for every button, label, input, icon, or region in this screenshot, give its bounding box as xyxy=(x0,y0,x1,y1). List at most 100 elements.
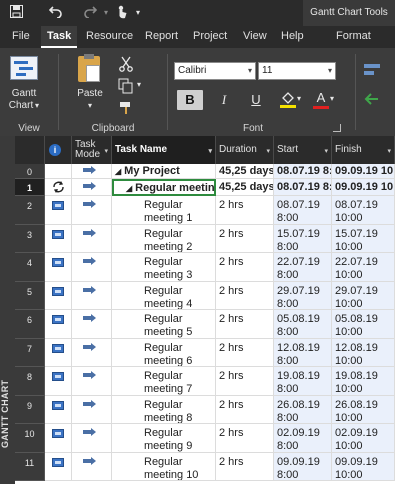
start-cell[interactable]: 08.07.19 8:00 xyxy=(274,179,332,196)
tab-project[interactable]: Project xyxy=(193,26,227,48)
duration-cell[interactable]: 2 hrs xyxy=(216,253,274,282)
column-header-finish[interactable]: Finish ▾ xyxy=(332,136,395,164)
finish-cell[interactable]: 05.08.19 10:00 xyxy=(332,310,395,339)
finish-cell[interactable]: 29.07.19 10:00 xyxy=(332,281,395,310)
finish-cell[interactable]: 09.09.19 10:00 xyxy=(332,452,395,481)
finish-cell[interactable]: 08.07.19 10:00 xyxy=(332,196,395,225)
table-row[interactable]: 6 Regular meeting 52 hrs 05.08.19 8:00 05.08.… xyxy=(15,310,395,339)
duration-cell[interactable]: 45,25 days xyxy=(216,179,274,196)
task-mode-cell[interactable] xyxy=(72,452,112,481)
column-header-duration[interactable]: Duration ▾ xyxy=(216,136,274,164)
row-id[interactable]: 6 xyxy=(15,310,45,339)
table-row[interactable]: 11 Regular meeting 10 2 hrs 09.09.19 8:00 09.0… xyxy=(15,452,395,481)
row-id[interactable]: 1 xyxy=(15,179,45,196)
start-cell[interactable]: 29.07.19 8:00 xyxy=(274,281,332,310)
column-header-task-mode[interactable]: Task Mode ▾ xyxy=(72,136,112,164)
task-name-cell[interactable]: Regular meeting 1 xyxy=(112,196,216,225)
row-id[interactable]: 2 xyxy=(15,196,45,225)
task-mode-cell[interactable] xyxy=(72,253,112,282)
table-row[interactable]: 5 Regular meeting 42 hrs 29.07.19 8:00 29.07.… xyxy=(15,281,395,310)
duration-cell[interactable]: 2 hrs xyxy=(216,338,274,367)
outdent-task-icon[interactable] xyxy=(364,92,380,106)
bold-button[interactable]: B xyxy=(177,90,203,110)
task-name-cell[interactable]: Regular meeting 7 xyxy=(112,367,216,396)
copy-dropdown-icon[interactable]: ▾ xyxy=(137,80,141,89)
font-size-dropdown[interactable]: 11 ▾ xyxy=(258,62,336,80)
finish-cell[interactable]: 02.09.19 10:00 xyxy=(332,424,395,453)
cut-icon[interactable] xyxy=(118,56,134,72)
table-row[interactable]: 9 Regular meeting 82 hrs 26.08.19 8:00 26.08.… xyxy=(15,395,395,424)
customize-quick-access-icon[interactable]: ▾ xyxy=(128,3,148,23)
tab-task[interactable]: Task xyxy=(41,26,78,48)
finish-cell[interactable]: 26.08.19 10:00 xyxy=(332,395,395,424)
task-mode-cell[interactable] xyxy=(72,424,112,453)
tab-view[interactable]: View xyxy=(243,26,267,48)
start-cell[interactable]: 08.07.19 8:00 xyxy=(274,196,332,225)
start-cell[interactable]: 19.08.19 8:00 xyxy=(274,367,332,396)
schedule-task-icon[interactable] xyxy=(364,64,380,76)
italic-button[interactable]: I xyxy=(211,90,237,110)
task-name-cell[interactable]: Regular meeting 3 xyxy=(112,253,216,282)
tab-file[interactable]: File xyxy=(12,26,30,48)
column-header-start[interactable]: Start ▾ xyxy=(274,136,332,164)
undo-icon[interactable] xyxy=(46,3,66,23)
paste-button[interactable]: Paste ▾ xyxy=(72,54,108,110)
duration-cell[interactable]: 2 hrs xyxy=(216,281,274,310)
task-name-cell[interactable]: Regular meeting 10 xyxy=(112,452,216,481)
task-mode-cell[interactable] xyxy=(72,338,112,367)
finish-cell[interactable]: 12.08.19 10:00 xyxy=(332,338,395,367)
task-name-cell[interactable]: Regular meeting 6 xyxy=(112,338,216,367)
finish-cell[interactable]: 15.07.19 10:00 xyxy=(332,224,395,253)
task-mode-cell[interactable] xyxy=(72,196,112,225)
tab-resource[interactable]: Resource xyxy=(86,26,133,48)
task-name-cell[interactable]: ◢ Regular meeting xyxy=(112,179,216,196)
start-cell[interactable]: 22.07.19 8:00 xyxy=(274,253,332,282)
task-name-cell[interactable]: Regular meeting 5 xyxy=(112,310,216,339)
row-id[interactable]: 10 xyxy=(15,424,45,453)
table-row[interactable]: 10 Regular meeting 92 hrs 02.09.19 8:00 02.09… xyxy=(15,424,395,453)
tab-report[interactable]: Report xyxy=(145,26,178,48)
table-row[interactable]: 2 Regular meeting 12 hrs 08.07.19 8:00 08.07.… xyxy=(15,196,395,225)
task-mode-cell[interactable] xyxy=(72,310,112,339)
save-icon[interactable] xyxy=(6,3,26,23)
row-id[interactable]: 9 xyxy=(15,395,45,424)
duration-cell[interactable]: 2 hrs xyxy=(216,424,274,453)
task-name-cell[interactable]: Regular meeting 2 xyxy=(112,224,216,253)
table-row[interactable]: 3 Regular meeting 22 hrs 15.07.19 8:00 15.07.… xyxy=(15,224,395,253)
start-cell[interactable]: 15.07.19 8:00 xyxy=(274,224,332,253)
font-color-button[interactable]: A ▾ xyxy=(312,90,338,112)
table-row[interactable]: 1 ◢ Regular meeting 45,25 days 08.07.19 8… xyxy=(15,179,395,196)
start-cell[interactable]: 05.08.19 8:00 xyxy=(274,310,332,339)
task-mode-cell[interactable] xyxy=(72,367,112,396)
row-id[interactable]: 0 xyxy=(15,164,45,179)
collapse-triangle-icon[interactable]: ◢ xyxy=(126,184,132,193)
duration-cell[interactable]: 2 hrs xyxy=(216,395,274,424)
start-cell[interactable]: 08.07.19 8:00 xyxy=(274,164,332,179)
task-name-cell[interactable]: Regular meeting 8 xyxy=(112,395,216,424)
finish-cell[interactable]: 22.07.19 10:00 xyxy=(332,253,395,282)
row-id[interactable]: 8 xyxy=(15,367,45,396)
table-row[interactable]: 4 Regular meeting 32 hrs 22.07.19 8:00 22.07.… xyxy=(15,253,395,282)
finish-cell[interactable]: 09.09.19 10 xyxy=(332,164,395,179)
gantt-chart-button[interactable]: Gantt Chart ▾ xyxy=(6,54,42,118)
format-painter-icon[interactable] xyxy=(118,100,134,116)
duration-cell[interactable]: 2 hrs xyxy=(216,367,274,396)
task-mode-cell[interactable] xyxy=(72,224,112,253)
row-id[interactable]: 7 xyxy=(15,338,45,367)
collapse-triangle-icon[interactable]: ◢ xyxy=(115,167,121,176)
row-id[interactable]: 11 xyxy=(15,452,45,481)
duration-cell[interactable]: 2 hrs xyxy=(216,224,274,253)
duration-cell[interactable]: 2 hrs xyxy=(216,452,274,481)
underline-button[interactable]: U xyxy=(243,90,269,110)
finish-cell[interactable]: 09.09.19 10 xyxy=(332,179,395,196)
font-dialog-launcher-icon[interactable] xyxy=(333,124,341,132)
row-id[interactable]: 4 xyxy=(15,253,45,282)
task-mode-cell[interactable] xyxy=(72,281,112,310)
select-all-corner[interactable] xyxy=(15,136,45,164)
copy-icon[interactable] xyxy=(118,78,134,94)
table-row[interactable]: 7 Regular meeting 62 hrs 12.08.19 8:00 12.08.… xyxy=(15,338,395,367)
finish-cell[interactable]: 19.08.19 10:00 xyxy=(332,367,395,396)
row-id[interactable]: 5 xyxy=(15,281,45,310)
task-name-cell[interactable]: Regular meeting 9 xyxy=(112,424,216,453)
start-cell[interactable]: 12.08.19 8:00 xyxy=(274,338,332,367)
